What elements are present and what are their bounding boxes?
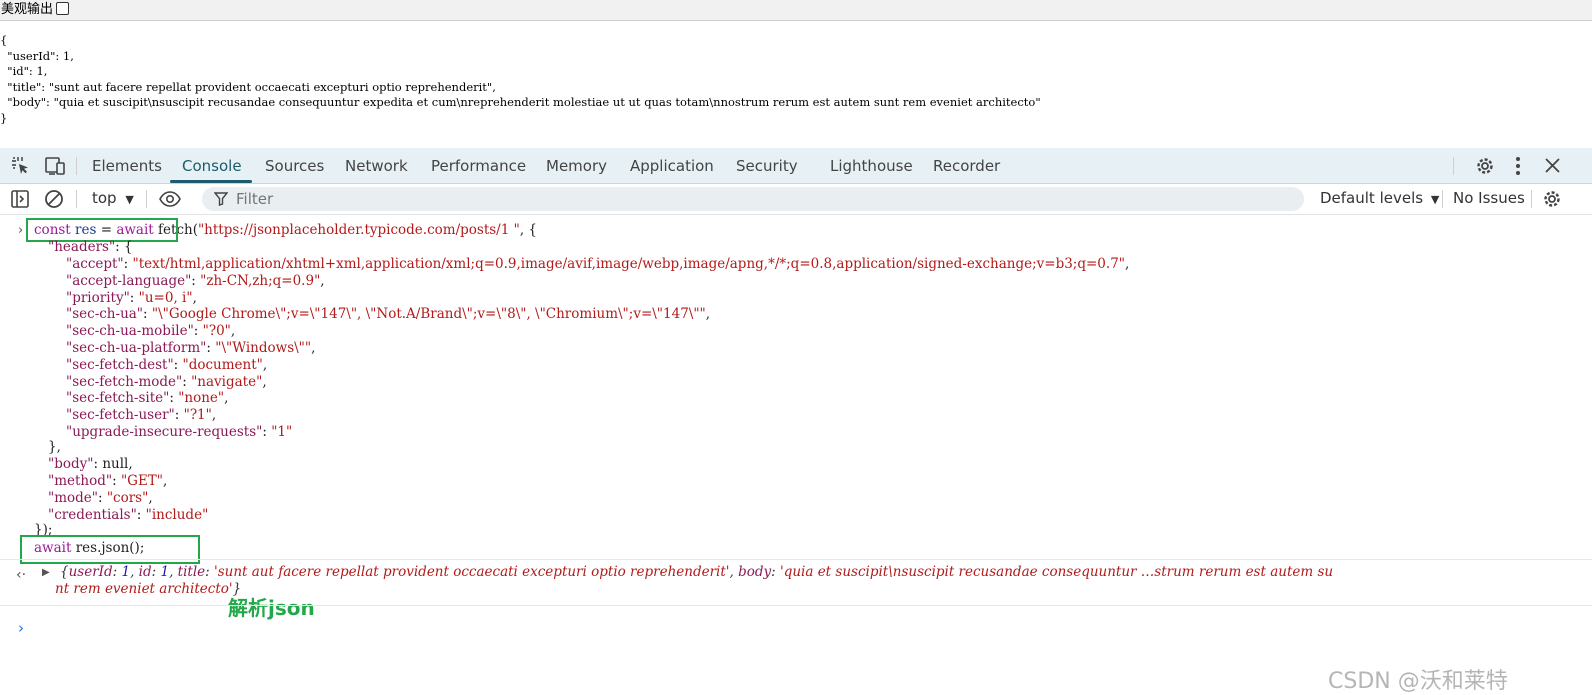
tab-divider (1453, 157, 1454, 175)
header-entry-line: "accept-language": "zh-CN,zh;q=0.9", (66, 272, 325, 289)
active-tab-indicator (170, 180, 252, 183)
tab-security[interactable]: Security (736, 157, 798, 175)
toolbar-divider (76, 190, 77, 208)
dropdown-arrow-icon: ▼ (125, 193, 134, 206)
tab-network[interactable]: Network (345, 157, 408, 175)
pretty-print-checkbox[interactable] (56, 2, 70, 15)
result-object-line1[interactable]: {userId: 1, id: 1, title: 'sunt aut face… (60, 564, 1333, 581)
tab-sources[interactable]: Sources (265, 157, 324, 175)
issues-counter[interactable]: No Issues (1453, 189, 1525, 207)
header-entry-line: "sec-ch-ua-platform": "\"Windows\"", (66, 340, 316, 356)
code-line-headers: "headers": { (48, 239, 133, 255)
console-prompt-chevron-icon[interactable]: › (18, 619, 24, 637)
raw-json-response: { "userId": 1, "id": 1, "title": "sunt a… (0, 33, 1041, 125)
input-prompt-chevron-icon: › (18, 223, 24, 238)
more-options-icon[interactable] (1512, 156, 1524, 176)
close-devtools-icon[interactable] (1544, 157, 1561, 174)
toolbar-divider (1531, 190, 1532, 208)
tab-recorder[interactable]: Recorder (933, 157, 1000, 175)
pretty-print-bar: 美观输出 (0, 0, 1592, 21)
watermark: CSDN @沃和莱特 (1328, 669, 1508, 694)
pretty-print-label: 美观输出 (1, 2, 54, 17)
code-line-close-headers: }, (48, 439, 61, 455)
tab-application[interactable]: Application (630, 157, 714, 175)
code-line-body: "body": null, (48, 456, 133, 472)
live-expression-eye-icon[interactable] (158, 190, 182, 208)
clear-console-icon[interactable] (44, 189, 64, 209)
tab-memory[interactable]: Memory (546, 157, 607, 175)
filter-input[interactable] (236, 187, 1136, 211)
sidebar-toggle-icon[interactable] (10, 189, 30, 209)
header-entry-line: "sec-fetch-site": "none", (66, 390, 229, 407)
code-line-mode: "mode": "cors", (48, 490, 153, 506)
filter-icon (214, 192, 228, 206)
log-levels-label: Default levels (1320, 189, 1424, 207)
code-line-credentials: "credentials": "include" (48, 507, 209, 523)
header-entry-line: "sec-fetch-user": "?1", (66, 407, 217, 424)
console-settings-gear-icon[interactable] (1541, 188, 1563, 210)
header-entry-line: "priority": "u=0, i", (66, 289, 197, 306)
header-entry-line: "upgrade-insecure-requests": "1" (66, 424, 293, 440)
toolbar-divider (1442, 190, 1443, 208)
return-value-arrow-icon: ‹· (16, 567, 27, 583)
header-entry-line: "accept": "text/html,application/xhtml+x… (66, 256, 1130, 272)
header-entry-line: "sec-ch-ua-mobile": "?0", (66, 323, 236, 340)
settings-gear-icon[interactable] (1474, 155, 1496, 177)
tab-performance[interactable]: Performance (431, 157, 526, 175)
context-selector[interactable]: top ▼ (92, 189, 134, 209)
context-selector-value: top (92, 189, 117, 207)
expand-triangle-icon[interactable]: ▶ (42, 567, 50, 578)
console-output[interactable]: › const res = await fetch("https://jsonp… (0, 215, 1592, 694)
toolbar-divider (146, 190, 147, 208)
dropdown-arrow-icon: ▼ (1430, 193, 1440, 206)
console-divider (0, 559, 1592, 560)
device-toolbar-icon[interactable] (44, 156, 66, 176)
tab-divider (76, 157, 77, 175)
tab-console[interactable]: Console (182, 157, 242, 175)
console-toolbar: top ▼ Default levels ▼ No Issues (0, 184, 1592, 215)
console-divider (0, 605, 1592, 606)
header-entry-line: "sec-fetch-dest": "document", (66, 356, 268, 373)
tab-elements[interactable]: Elements (92, 157, 162, 175)
filter-box[interactable] (202, 187, 1304, 211)
code-line-method: "method": "GET", (48, 473, 168, 489)
header-entry-line: "sec-fetch-mode": "navigate", (66, 373, 267, 390)
devtools-tab-bar: Elements Console Sources Network Perform… (0, 148, 1592, 184)
inspect-element-icon[interactable] (11, 156, 31, 176)
result-object-line2: nt rem eveniet architecto'} (55, 581, 242, 597)
header-entry-line: "sec-ch-ua": "\"Google Chrome\";v=\"147\… (66, 306, 711, 323)
log-levels-dropdown[interactable]: Default levels ▼ (1320, 189, 1439, 209)
tab-lighthouse[interactable]: Lighthouse (830, 157, 913, 175)
devtools-panel: Elements Console Sources Network Perform… (0, 148, 1592, 694)
